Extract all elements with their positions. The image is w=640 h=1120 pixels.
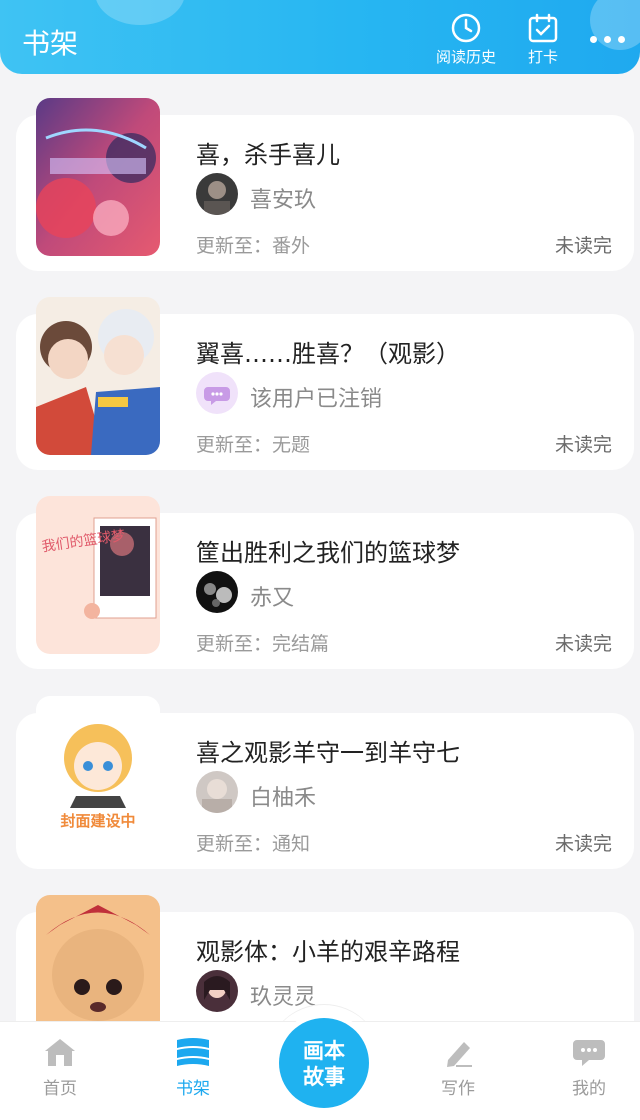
- author-avatar[interactable]: [196, 173, 238, 215]
- clock-icon: [451, 13, 481, 43]
- nav-mine-label: 我的: [572, 1079, 606, 1099]
- book-title[interactable]: 翼喜……胜喜？（观影）: [196, 334, 460, 369]
- author-avatar[interactable]: [196, 372, 238, 414]
- author-avatar[interactable]: [196, 571, 238, 613]
- book-title[interactable]: 喜之观影羊守一到羊守七: [196, 733, 460, 768]
- more-dots-icon: [618, 36, 625, 43]
- top-header: 书架 阅读历史 打卡: [0, 0, 640, 74]
- pen-icon: [447, 1042, 472, 1067]
- read-status: 未读完: [554, 833, 612, 855]
- header-decoration: [95, 0, 185, 25]
- cover-text: 封面建设中: [60, 812, 135, 830]
- book-title[interactable]: 喜，杀手喜儿: [196, 135, 340, 170]
- author-name[interactable]: 喜安玖: [250, 182, 316, 214]
- bookshelf-icon: [177, 1038, 209, 1066]
- author-name[interactable]: 该用户已注销: [250, 381, 382, 413]
- read-status: 未读完: [554, 235, 612, 257]
- book-title[interactable]: 观影体：小羊的艰辛路程: [196, 932, 460, 967]
- nav-write[interactable]: 写作: [418, 1036, 498, 1099]
- more-dots-icon: [590, 36, 597, 43]
- author-avatar[interactable]: [196, 771, 238, 813]
- nav-home-label: 首页: [43, 1079, 77, 1099]
- checkin-button[interactable]: 打卡: [520, 12, 566, 67]
- reading-history-label: 阅读历史: [435, 48, 496, 66]
- nav-home[interactable]: 首页: [20, 1036, 100, 1099]
- update-text: 更新至：番外: [196, 235, 311, 257]
- calendar-check-icon: [528, 13, 558, 43]
- nav-write-label: 写作: [441, 1079, 475, 1099]
- book-cover[interactable]: 我们的篮球梦: [36, 496, 160, 654]
- nav-mine[interactable]: 我的: [549, 1036, 629, 1099]
- more-button[interactable]: [588, 36, 628, 44]
- read-status: 未读完: [554, 434, 612, 456]
- read-status: 未读完: [554, 633, 612, 655]
- nav-bookshelf-label: 书架: [176, 1079, 210, 1099]
- book-cover[interactable]: 封面建设中: [36, 696, 160, 854]
- author-name[interactable]: 白柚禾: [250, 780, 316, 812]
- create-story-label-line1: 画本: [303, 1039, 345, 1063]
- more-dots-icon: [604, 36, 611, 43]
- author-avatar[interactable]: [196, 970, 238, 1012]
- create-story-label-line2: 故事: [303, 1065, 345, 1089]
- reading-history-button[interactable]: 阅读历史: [432, 12, 500, 67]
- page-title: 书架: [22, 27, 79, 60]
- book-cover[interactable]: [36, 98, 160, 256]
- create-story-button[interactable]: 画本 故事: [279, 1018, 369, 1108]
- update-text: 更新至：无题: [196, 434, 311, 456]
- home-icon: [45, 1039, 75, 1066]
- book-title[interactable]: 筐出胜利之我们的篮球梦: [196, 533, 460, 568]
- book-cover[interactable]: [36, 297, 160, 455]
- author-name[interactable]: 赤又: [250, 580, 294, 612]
- update-text: 更新至：通知: [196, 833, 311, 855]
- update-text: 更新至：完结篇: [196, 633, 330, 655]
- nav-bookshelf[interactable]: 书架: [153, 1036, 233, 1099]
- chat-bubble-icon: [573, 1040, 605, 1066]
- checkin-label: 打卡: [527, 48, 558, 66]
